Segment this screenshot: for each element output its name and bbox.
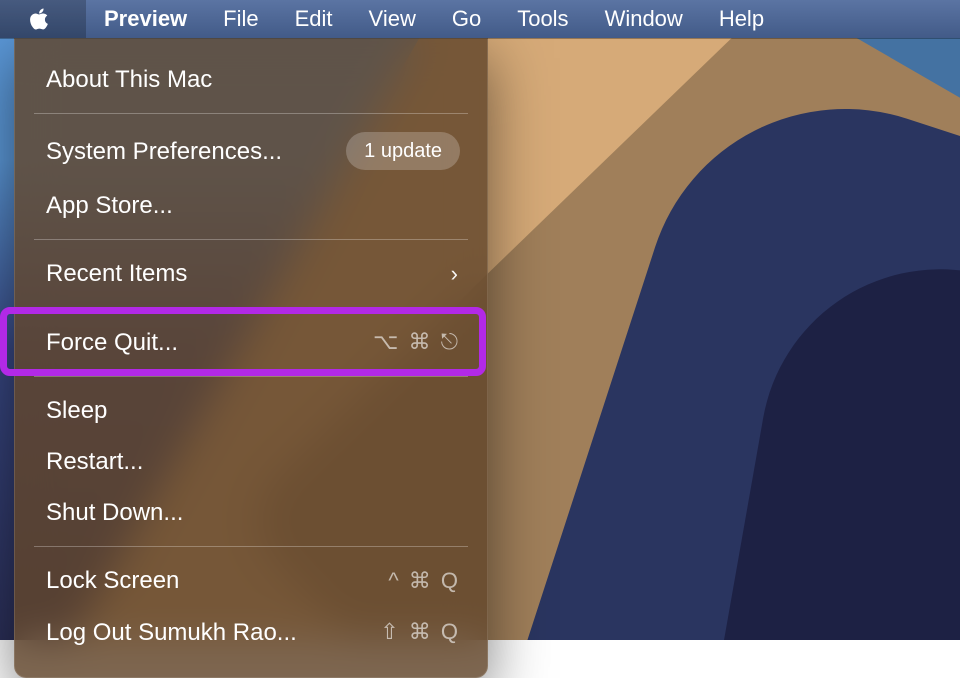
menu-system-preferences[interactable]: System Preferences... 1 update bbox=[14, 122, 488, 180]
update-badge: 1 update bbox=[346, 132, 460, 170]
menu-restart[interactable]: Restart... bbox=[14, 436, 488, 487]
menu-separator bbox=[34, 308, 468, 309]
menu-separator bbox=[34, 239, 468, 240]
menu-shut-down[interactable]: Shut Down... bbox=[14, 487, 488, 538]
menu-log-out[interactable]: Log Out Sumukh Rao... ⇧ ⌘ Q bbox=[14, 607, 488, 658]
menu-file[interactable]: File bbox=[205, 0, 276, 38]
menu-edit[interactable]: Edit bbox=[277, 0, 351, 38]
menu-item-label: System Preferences... bbox=[46, 136, 282, 167]
menu-item-label: Log Out Sumukh Rao... bbox=[46, 617, 297, 648]
menu-app-store[interactable]: App Store... bbox=[14, 180, 488, 231]
apple-logo-icon bbox=[28, 7, 50, 31]
menu-item-label: Sleep bbox=[46, 395, 107, 426]
menu-separator bbox=[34, 546, 468, 547]
menu-about-this-mac[interactable]: About This Mac bbox=[14, 54, 488, 105]
menu-recent-items[interactable]: Recent Items › bbox=[14, 248, 488, 299]
menu-go[interactable]: Go bbox=[434, 0, 499, 38]
apple-menu-dropdown: About This Mac System Preferences... 1 u… bbox=[14, 38, 488, 678]
menubar: Preview File Edit View Go Tools Window H… bbox=[0, 0, 960, 38]
menu-item-label: Restart... bbox=[46, 446, 143, 477]
menu-view[interactable]: View bbox=[351, 0, 434, 38]
menu-item-label: About This Mac bbox=[46, 64, 212, 95]
chevron-right-icon: › bbox=[451, 260, 460, 289]
menu-sleep[interactable]: Sleep bbox=[14, 385, 488, 436]
menu-separator bbox=[34, 376, 468, 377]
menu-force-quit[interactable]: Force Quit... ⌥ ⌘ ⎋ bbox=[14, 317, 488, 368]
menu-item-label: Recent Items bbox=[46, 258, 187, 289]
menu-item-label: Force Quit... bbox=[46, 327, 178, 358]
apple-menu-button[interactable] bbox=[0, 0, 86, 38]
keyboard-shortcut: ⇧ ⌘ Q bbox=[380, 618, 460, 647]
menu-item-label: App Store... bbox=[46, 190, 173, 221]
app-name-menu[interactable]: Preview bbox=[86, 0, 205, 38]
menu-window[interactable]: Window bbox=[587, 0, 701, 38]
keyboard-shortcut: ⌥ ⌘ ⎋ bbox=[373, 328, 460, 357]
menu-tools[interactable]: Tools bbox=[499, 0, 586, 38]
menu-item-label: Lock Screen bbox=[46, 565, 179, 596]
menu-separator bbox=[34, 113, 468, 114]
keyboard-shortcut: ^ ⌘ Q bbox=[388, 567, 460, 596]
menu-help[interactable]: Help bbox=[701, 0, 782, 38]
menu-lock-screen[interactable]: Lock Screen ^ ⌘ Q bbox=[14, 555, 488, 606]
menu-item-label: Shut Down... bbox=[46, 497, 183, 528]
